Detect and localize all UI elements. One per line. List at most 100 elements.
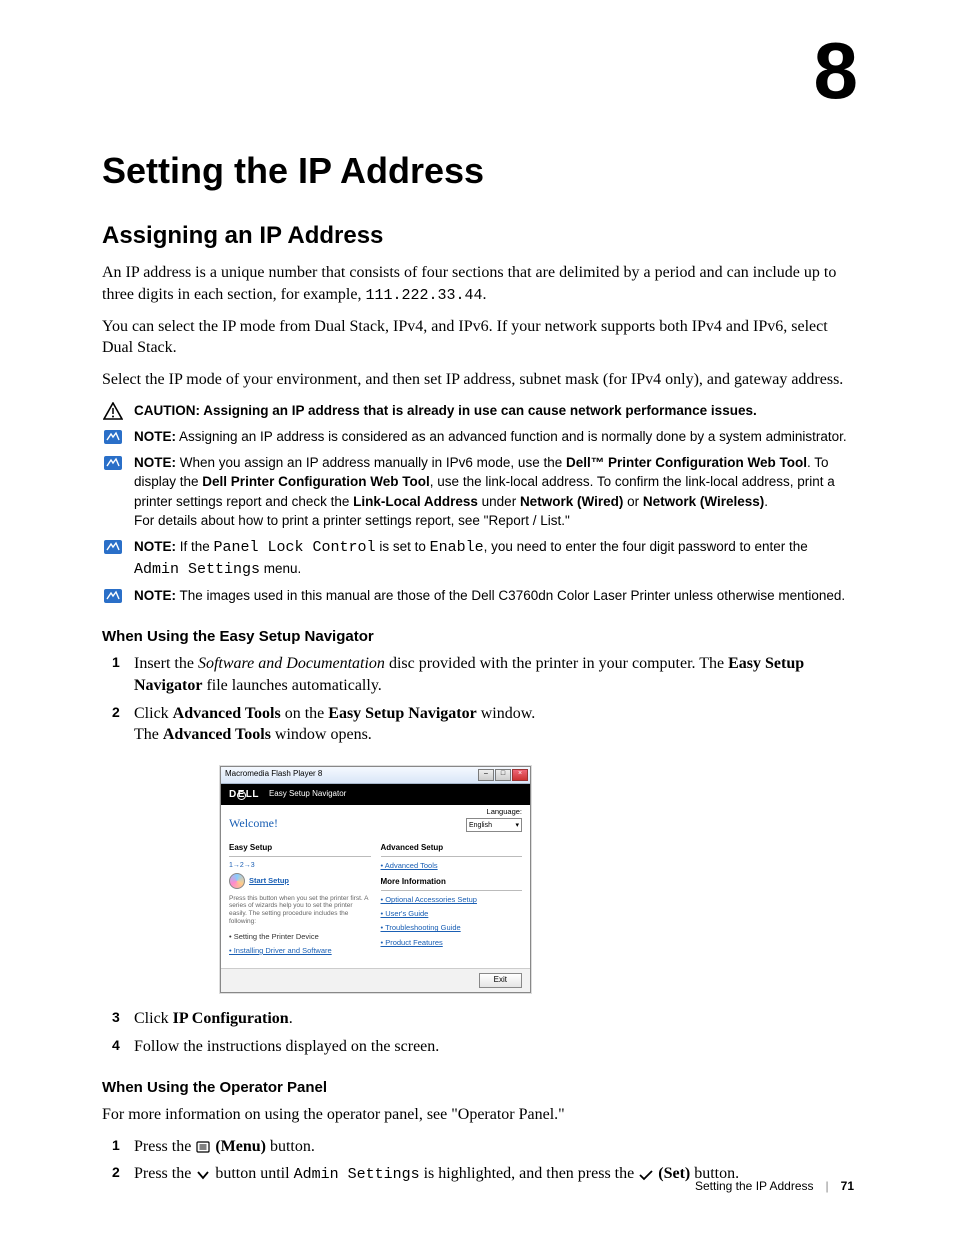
minimize-button[interactable]: – (478, 769, 494, 781)
text: Software and Documentation (198, 655, 385, 672)
chapter-number: 8 (814, 25, 857, 117)
caution-text: CAUTION: Assigning an IP address that is… (134, 401, 854, 421)
easy-desc: Press this button when you set the print… (229, 895, 371, 926)
note-row: NOTE: When you assign an IP address manu… (102, 453, 854, 531)
text: (Set) (658, 1165, 690, 1182)
language-select[interactable]: English ▾ (466, 818, 522, 832)
text: Link-Local Address (353, 494, 478, 509)
app-titlebar: Macromedia Flash Player 8 – □ × (221, 767, 530, 784)
page-footer: Setting the IP Address | 71 (695, 1179, 854, 1193)
menu-icon (195, 1140, 211, 1154)
panel-advanced-setup: Advanced Setup (381, 843, 523, 857)
app-header-sub: Easy Setup Navigator (269, 789, 346, 800)
bullet-setting-printer: • Setting the Printer Device (229, 932, 371, 942)
note-icon (102, 537, 124, 557)
note-icon (102, 427, 124, 447)
install-driver-link[interactable]: • Installing Driver and Software (229, 946, 371, 956)
text: , you need to enter the four digit passw… (484, 539, 808, 554)
text: Dell Printer Configuration Web Tool (202, 474, 430, 489)
page-number: 71 (841, 1179, 854, 1193)
arrow-down-icon (195, 1168, 211, 1182)
step-item: Press the (Menu) button. (102, 1136, 854, 1158)
dell-logo: DELL (229, 788, 259, 802)
troubleshooting-link[interactable]: • Troubleshooting Guide (381, 923, 523, 933)
text: Insert the (134, 655, 198, 672)
app-title-text: Macromedia Flash Player 8 (225, 769, 322, 780)
step-item: Click Advanced Tools on the Easy Setup N… (102, 703, 854, 993)
text: menu. (260, 561, 301, 576)
text: The images used in this manual are those… (176, 588, 845, 603)
text: Press the (134, 1165, 195, 1182)
subsection-easy-setup: When Using the Easy Setup Navigator (102, 628, 854, 645)
text: Admin Settings (294, 1166, 420, 1183)
footer-title: Setting the IP Address (695, 1179, 814, 1193)
text: window. (477, 705, 536, 722)
note-row: NOTE: If the Panel Lock Control is set t… (102, 537, 854, 581)
disc-icon (229, 873, 245, 889)
text: or (623, 494, 643, 509)
app-header: DELL Easy Setup Navigator (221, 784, 530, 806)
note-label: NOTE: (134, 588, 176, 603)
text: Network (Wireless) (643, 494, 764, 509)
text: Dell™ Printer Configuration Web Tool (566, 455, 807, 470)
steps-123: 1→2→3 (229, 861, 371, 870)
note-row: NOTE: The images used in this manual are… (102, 586, 854, 606)
note-text: NOTE: If the Panel Lock Control is set t… (134, 537, 854, 581)
caution-label: CAUTION: (134, 403, 200, 418)
text: Click (134, 705, 173, 722)
section-heading-assign: Assigning an IP Address (102, 222, 854, 250)
maximize-button[interactable]: □ (495, 769, 511, 781)
chevron-down-icon: ▾ (515, 821, 519, 830)
text: disc provided with the printer in your c… (385, 655, 728, 672)
text: Advanced Tools (173, 705, 281, 722)
footer-divider: | (826, 1179, 829, 1193)
paragraph: An IP address is a unique number that co… (102, 262, 854, 306)
text: When you assign an IP address manually i… (176, 455, 566, 470)
note-icon (102, 586, 124, 606)
note-row: NOTE: Assigning an IP address is conside… (102, 427, 854, 447)
language-area: Language: English ▾ (466, 807, 522, 832)
panel-more-info: More Information (381, 877, 523, 891)
page-title: Setting the IP Address (102, 150, 854, 192)
text: Easy Setup Navigator (328, 705, 476, 722)
text: If the (176, 539, 214, 554)
text: is highlighted, and then press the (420, 1165, 639, 1182)
text: Assigning an IP address is considered as… (176, 429, 847, 444)
users-guide-link[interactable]: • User's Guide (381, 909, 523, 919)
subsection-operator-panel: When Using the Operator Panel (102, 1079, 854, 1096)
checkmark-icon (638, 1168, 654, 1182)
text: Click (134, 1010, 173, 1027)
paragraph: For more information on using the operat… (102, 1104, 854, 1126)
advanced-tools-link[interactable]: • Advanced Tools (381, 861, 523, 871)
optional-accessories-link[interactable]: • Optional Accessories Setup (381, 895, 523, 905)
text: is set to (376, 539, 430, 554)
close-button[interactable]: × (512, 769, 528, 781)
paragraph: You can select the IP mode from Dual Sta… (102, 316, 854, 359)
step-item: Follow the instructions displayed on the… (102, 1036, 854, 1058)
language-label: Language: (466, 807, 522, 817)
ip-example: 111.222.33.44 (365, 287, 482, 304)
text: For details about how to print a printer… (134, 513, 570, 528)
note-text: NOTE: The images used in this manual are… (134, 586, 854, 606)
text: under (478, 494, 520, 509)
exit-button[interactable]: Exit (479, 973, 522, 988)
start-setup-link[interactable]: Start Setup (249, 876, 289, 886)
step-item: Insert the Software and Documentation di… (102, 653, 854, 696)
text: button until (215, 1165, 293, 1182)
text: . (483, 286, 487, 303)
text: . (289, 1010, 293, 1027)
note-label: NOTE: (134, 455, 176, 470)
text: (Menu) (215, 1138, 266, 1155)
text: Enable (430, 539, 484, 556)
product-features-link[interactable]: • Product Features (381, 938, 523, 948)
caution-icon (102, 401, 124, 421)
steps-list-1: Insert the Software and Documentation di… (102, 653, 854, 1057)
text: . (764, 494, 768, 509)
text: Press the (134, 1138, 195, 1155)
paragraph: Select the IP mode of your environment, … (102, 369, 854, 391)
text: file launches automatically. (202, 677, 381, 694)
note-text: NOTE: When you assign an IP address manu… (134, 453, 854, 531)
text: The (134, 726, 163, 743)
text: button. (270, 1138, 315, 1155)
language-value: English (469, 821, 492, 830)
